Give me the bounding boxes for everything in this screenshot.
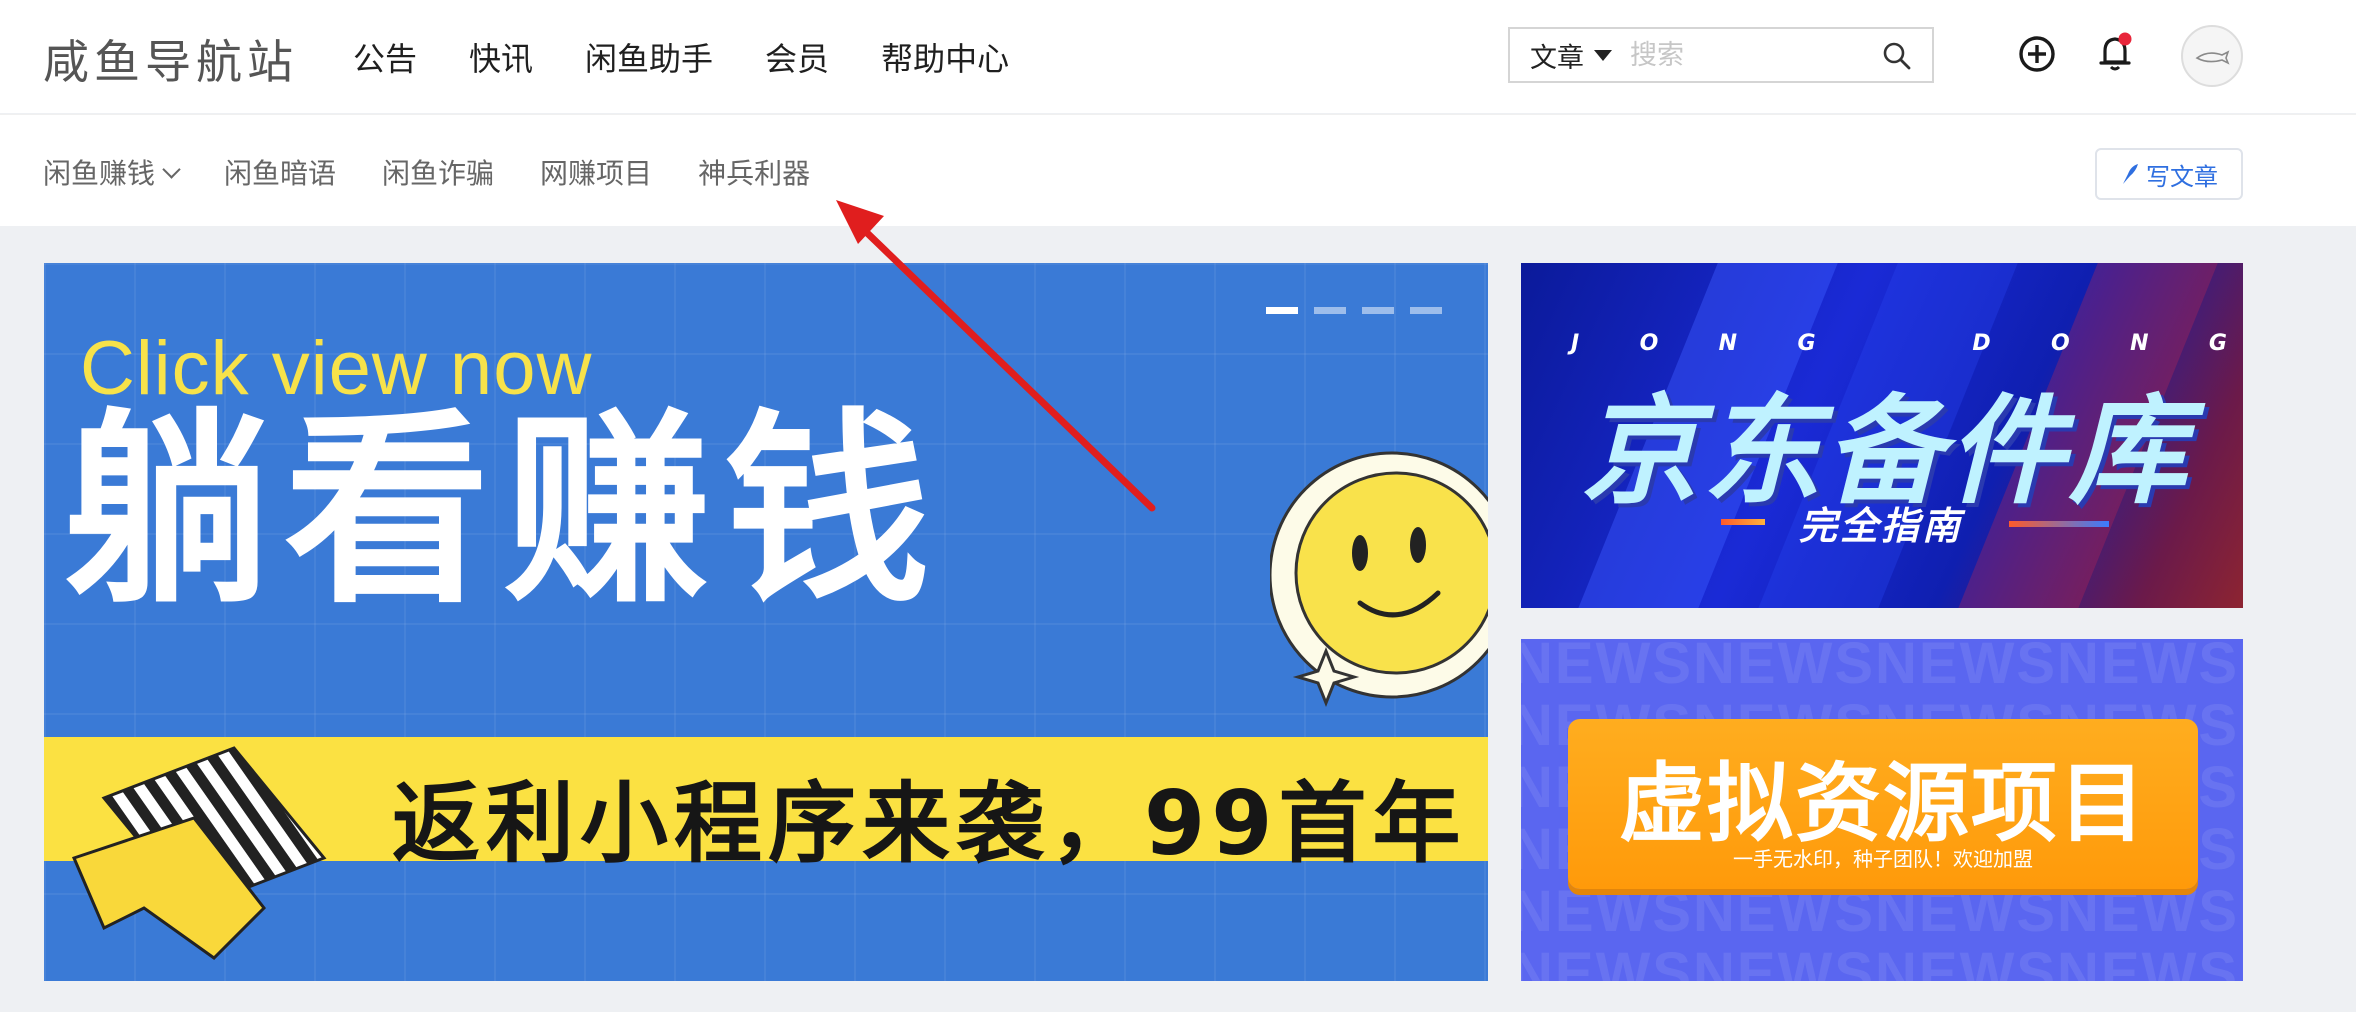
jd-letter: N (2130, 331, 2153, 356)
nav-item-help-center[interactable]: 帮助中心 (881, 34, 1009, 80)
jd-letter: J (1571, 331, 1584, 356)
site-logo[interactable]: 咸鱼导航站 (43, 26, 298, 92)
jd-letter: O (1639, 331, 1663, 356)
jd-spaced-letters: J O N G D O N G (1571, 331, 2231, 356)
jd-banner-subtitle: 完全指南 (1799, 504, 1964, 548)
carousel-dot-3[interactable] (1362, 307, 1394, 314)
category-item-online-earning[interactable]: 网赚项目 (540, 152, 652, 192)
category-item-xianyu-money[interactable]: 闲鱼赚钱 (43, 152, 181, 192)
news-pattern-row: NEWSNEWSNEWSNEWSNEWSNEWS (1521, 941, 2243, 982)
jd-letter: O (2050, 331, 2074, 356)
search-type-dropdown[interactable]: 文章 (1510, 29, 1630, 81)
carousel-title: 躺看赚钱 (64, 391, 945, 631)
virtual-resources-card: 虚拟资源项目 一手无水印，种子团队！欢迎加盟 (1568, 719, 2198, 889)
news-pattern-row: NEWSNEWSNEWSNEWSNEWSNEWS (1521, 879, 2243, 944)
carousel-dot-4[interactable] (1410, 307, 1442, 314)
virtual-resources-banner[interactable]: NEWSNEWSNEWSNEWS NEWSNEWS NEWSNEWS NEWSNEW… (1521, 639, 2243, 981)
bell-icon[interactable] (2093, 30, 2137, 74)
search-icon[interactable] (1882, 41, 1912, 71)
jd-letter: D (1972, 331, 1995, 356)
striped-block-decoration (71, 746, 327, 960)
jd-letter: G (2208, 331, 2231, 356)
jd-letter-gap (1876, 331, 1916, 356)
chevron-down-icon (162, 159, 181, 179)
jd-letter: G (1797, 331, 1820, 356)
search-type-label: 文章 (1530, 42, 1584, 74)
write-article-label: 写文章 (2146, 162, 2218, 191)
carousel-dot-2[interactable] (1314, 307, 1346, 314)
main-nav: 公告 快讯 闲鱼助手 会员 帮助中心 (353, 34, 1009, 80)
write-article-button[interactable]: 写文章 (2095, 148, 2243, 200)
feather-pen-icon (2123, 164, 2138, 184)
virtual-resources-subtitle: 一手无水印，种子团队！欢迎加盟 (1733, 847, 2033, 871)
category-item-xianyu-slang[interactable]: 闲鱼暗语 (224, 152, 336, 192)
avatar-image (2195, 50, 2230, 65)
top-header: 咸鱼导航站 公告 快讯 闲鱼助手 会员 帮助中心 文章 (0, 0, 2356, 113)
nav-item-flash-news[interactable]: 快讯 (469, 34, 533, 80)
nav-item-announcement[interactable]: 公告 (353, 34, 417, 80)
category-label: 闲鱼赚钱 (43, 157, 156, 190)
jd-spare-parts-banner[interactable]: J O N G D O N G 京东备件库 完全指南 (1521, 263, 2243, 608)
add-circle-icon[interactable] (2015, 32, 2059, 76)
category-item-xianyu-scam[interactable]: 闲鱼诈骗 (382, 152, 494, 192)
carousel-indicators (1266, 307, 1442, 314)
jd-letter: N (1718, 331, 1742, 356)
carousel-slogan: 返利小程序来袭，99首年 (392, 772, 1467, 875)
notification-dot (2118, 32, 2132, 46)
category-bar: 闲鱼赚钱 闲鱼暗语 闲鱼诈骗 网赚项目 神兵利器 写文章 (0, 114, 2356, 226)
user-avatar[interactable] (2181, 25, 2243, 87)
category-item-tools[interactable]: 神兵利器 (698, 152, 810, 192)
nav-item-membership[interactable]: 会员 (765, 34, 829, 80)
jd-accent-line (2009, 521, 2109, 527)
news-pattern-row: NEWSNEWSNEWSNEWSNEWSNEWS (1521, 639, 2243, 696)
smiley-face-icon (1270, 451, 1488, 708)
hero-carousel[interactable]: Click view now 躺看赚钱 返利小程序来袭，99首年 (44, 263, 1488, 981)
virtual-resources-title: 虚拟资源项目 (1619, 754, 2147, 854)
carousel-dot-1[interactable] (1266, 307, 1298, 314)
nav-item-xianyu-assistant[interactable]: 闲鱼助手 (585, 34, 713, 80)
category-nav: 闲鱼赚钱 闲鱼暗语 闲鱼诈骗 网赚项目 神兵利器 (43, 152, 810, 192)
caret-down-icon (1594, 49, 1612, 61)
jd-accent-line (1721, 519, 1765, 525)
search-input[interactable] (1630, 39, 1860, 71)
search-box: 文章 (1508, 27, 1934, 83)
